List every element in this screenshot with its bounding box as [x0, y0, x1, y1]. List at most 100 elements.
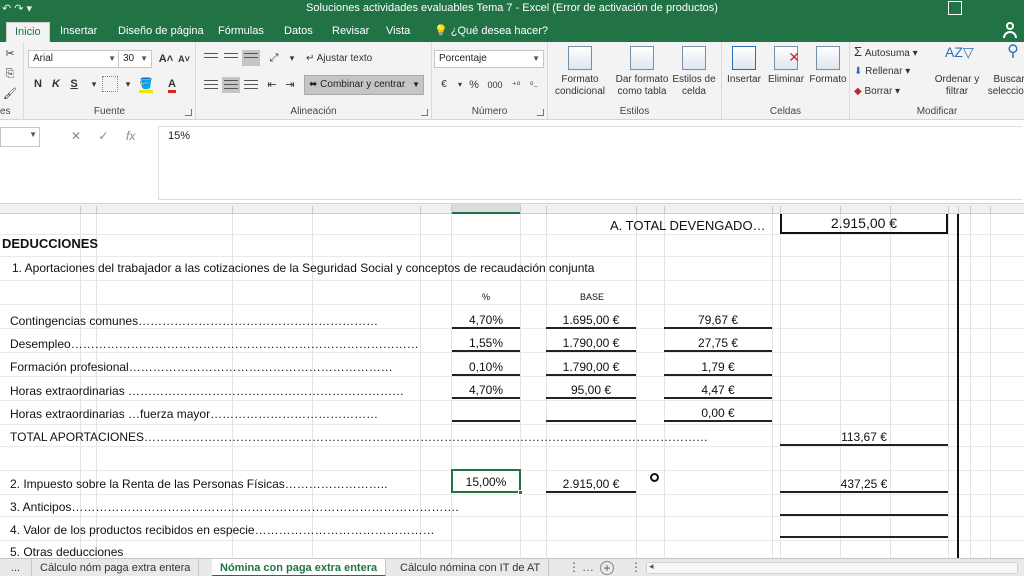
align-center-icon[interactable]: [222, 77, 240, 93]
underline-dropdown-icon[interactable]: ▾: [86, 76, 102, 92]
scroll-left-icon[interactable]: ◂: [649, 561, 654, 572]
column-headers[interactable]: [0, 204, 1024, 214]
orientation-icon[interactable]: ⤢: [266, 50, 282, 66]
row-pct: 0,10%: [468, 360, 504, 374]
orientation-dropdown-icon[interactable]: ▾: [284, 50, 300, 66]
fill-handle[interactable]: [518, 490, 523, 495]
user-account-icon[interactable]: [1002, 22, 1018, 38]
ribbon-display-options-icon[interactable]: [948, 1, 962, 15]
grow-font-icon[interactable]: A˄: [158, 51, 174, 67]
row-pct: 4,70%: [468, 383, 504, 397]
selected-cell[interactable]: 15,00%: [451, 469, 523, 495]
title-bar: ↶ ↷ ▾ Soluciones actividades evaluables …: [0, 0, 1024, 18]
sheet-tab-calculo-it-at[interactable]: Cálculo nómina con IT de AT: [392, 559, 550, 576]
dialog-launcher-icon[interactable]: [421, 109, 428, 116]
decrease-indent-icon[interactable]: ⇤: [264, 77, 280, 93]
cut-icon[interactable]: ✂: [2, 46, 18, 62]
chevron-down-icon: ▼: [532, 54, 540, 63]
cancel-icon[interactable]: ✕: [64, 129, 88, 143]
fill-button[interactable]: ⬇ Rellenar ▾: [854, 64, 910, 80]
row-label-horas-extra: Horas extraordinarias …………………………………………………: [10, 384, 405, 398]
worksheet-grid[interactable]: A. TOTAL DEVENGADO… 2.915,00 € DEDUCCION…: [0, 214, 1024, 558]
format-as-table-button[interactable]: Dar formato como tabla: [612, 44, 672, 98]
sheet-tab-more[interactable]: ...: [0, 559, 32, 576]
align-middle-icon[interactable]: [222, 50, 240, 66]
total-aportaciones-value: 113,67 €: [841, 430, 887, 444]
irpf-base: 2.915,00 €: [562, 477, 620, 491]
insert-cells-icon: [732, 46, 756, 70]
tab-datos[interactable]: Datos: [276, 22, 321, 42]
cell-styles-button[interactable]: Estilos de celda: [666, 44, 722, 98]
copy-icon[interactable]: ⎘: [2, 66, 18, 82]
increase-indent-icon[interactable]: ⇥: [282, 77, 298, 93]
total-devengado-label: A. TOTAL DEVENGADO…: [610, 218, 766, 233]
borders-icon[interactable]: [102, 76, 118, 92]
col-base-header: BASE: [580, 292, 605, 302]
scroll-separator-icon[interactable]: ⋮: [628, 560, 644, 576]
fill-color-icon[interactable]: 🪣: [138, 76, 154, 93]
shrink-font-icon[interactable]: A˅: [176, 51, 192, 67]
name-box[interactable]: ▼: [0, 127, 40, 147]
group-alignment: ⤢ ▾ ↵ Ajustar texto ⇤ ⇥ ⬌ Combinar y cen…: [196, 42, 432, 120]
percent-style-button[interactable]: %: [466, 77, 482, 93]
insert-cells-button[interactable]: Insertar: [722, 44, 766, 86]
bold-button[interactable]: N: [30, 76, 46, 92]
group-label-editing: Modificar: [916, 106, 958, 117]
tab-formulas[interactable]: Fórmulas: [210, 22, 272, 42]
total-aportaciones-label: TOTAL APORTACIONES……………………………………………………………: [10, 430, 709, 444]
dialog-launcher-icon[interactable]: [185, 109, 192, 116]
anticipos-label: 3. Anticipos……………………………………………………………………………: [10, 500, 459, 514]
tell-me-label: ¿Qué desea hacer?: [450, 25, 548, 37]
decrease-decimal-icon[interactable]: ⁰₋: [526, 77, 542, 93]
tab-revisar[interactable]: Revisar: [324, 22, 377, 42]
align-left-icon[interactable]: [202, 77, 220, 93]
group-cells: Insertar Eliminar Formato Celdas: [722, 42, 850, 120]
underline-button[interactable]: S: [66, 76, 82, 92]
total-devengado-cell[interactable]: 2.915,00 €: [780, 214, 948, 234]
find-select-button[interactable]: ⚲ Buscar y seleccionar: [984, 44, 1024, 98]
delete-cells-icon: [774, 46, 800, 70]
sheet-tabs-bar: ... Cálculo nóm paga extra entera Nómina…: [0, 558, 1024, 576]
autosum-button[interactable]: Σ Autosuma ▾: [854, 44, 918, 62]
increase-decimal-icon[interactable]: ⁺⁰: [508, 77, 524, 93]
sheet-tab-calculo-nom[interactable]: Cálculo nóm paga extra entera: [32, 559, 200, 576]
sheet-tab-nomina-paga-extra[interactable]: Nómina con paga extra entera: [212, 559, 387, 576]
tabs-ellipsis-icon[interactable]: …: [580, 560, 596, 576]
font-size-select[interactable]: 30 ▼: [118, 50, 152, 68]
formula-input[interactable]: [158, 126, 1022, 200]
dialog-launcher-icon[interactable]: [537, 109, 544, 116]
clear-button[interactable]: ◆ Borrar ▾: [854, 84, 900, 100]
align-top-icon[interactable]: [202, 50, 220, 66]
font-color-icon[interactable]: A: [164, 76, 180, 93]
tab-insertar[interactable]: Insertar: [52, 22, 105, 42]
comma-style-button[interactable]: 000: [484, 77, 506, 93]
merge-center-button[interactable]: ⬌ Combinar y centrar ▼: [304, 75, 424, 95]
group-font: Arial ▼ 30 ▼ A˄ A˅ N K S ▾ ▾ 🪣 A Fuente: [24, 42, 196, 120]
number-format-select[interactable]: Porcentaje ▼: [434, 50, 544, 68]
format-painter-icon[interactable]: 🖌: [2, 86, 18, 102]
tab-diseno-pagina[interactable]: Diseño de página: [110, 22, 212, 42]
delete-cells-button[interactable]: Eliminar: [764, 44, 808, 86]
enter-icon[interactable]: ✓: [91, 129, 115, 143]
font-name-select[interactable]: Arial ▼: [28, 50, 120, 68]
tab-vista[interactable]: Vista: [378, 22, 418, 42]
borders-dropdown-icon[interactable]: ▾: [120, 76, 136, 92]
formula-value: 15%: [168, 130, 191, 142]
wrap-text-button[interactable]: ↵ Ajustar texto: [306, 51, 372, 67]
tell-me-search[interactable]: 💡 ¿Qué desea hacer?: [426, 22, 556, 42]
conditional-formatting-button[interactable]: Formato condicional: [550, 44, 610, 98]
accounting-format-icon[interactable]: €: [436, 77, 452, 93]
italic-button[interactable]: K: [48, 76, 64, 92]
group-label-alignment: Alineación: [290, 106, 337, 117]
align-right-icon[interactable]: [242, 77, 260, 93]
tab-inicio[interactable]: Inicio: [6, 22, 50, 42]
insert-function-icon[interactable]: fx: [119, 129, 143, 143]
format-cells-button[interactable]: Formato: [806, 44, 850, 86]
selected-column-header[interactable]: [451, 204, 521, 214]
sort-filter-button[interactable]: AZ▽ Ordenar y filtrar: [930, 44, 984, 98]
horizontal-scrollbar[interactable]: ◂: [646, 561, 1018, 574]
align-bottom-icon[interactable]: [242, 50, 260, 66]
row-pct: 4,70%: [468, 313, 504, 327]
row-label-contingencias: Contingencias comunes……………………………………………………: [10, 314, 379, 328]
add-sheet-icon[interactable]: +: [600, 561, 614, 575]
